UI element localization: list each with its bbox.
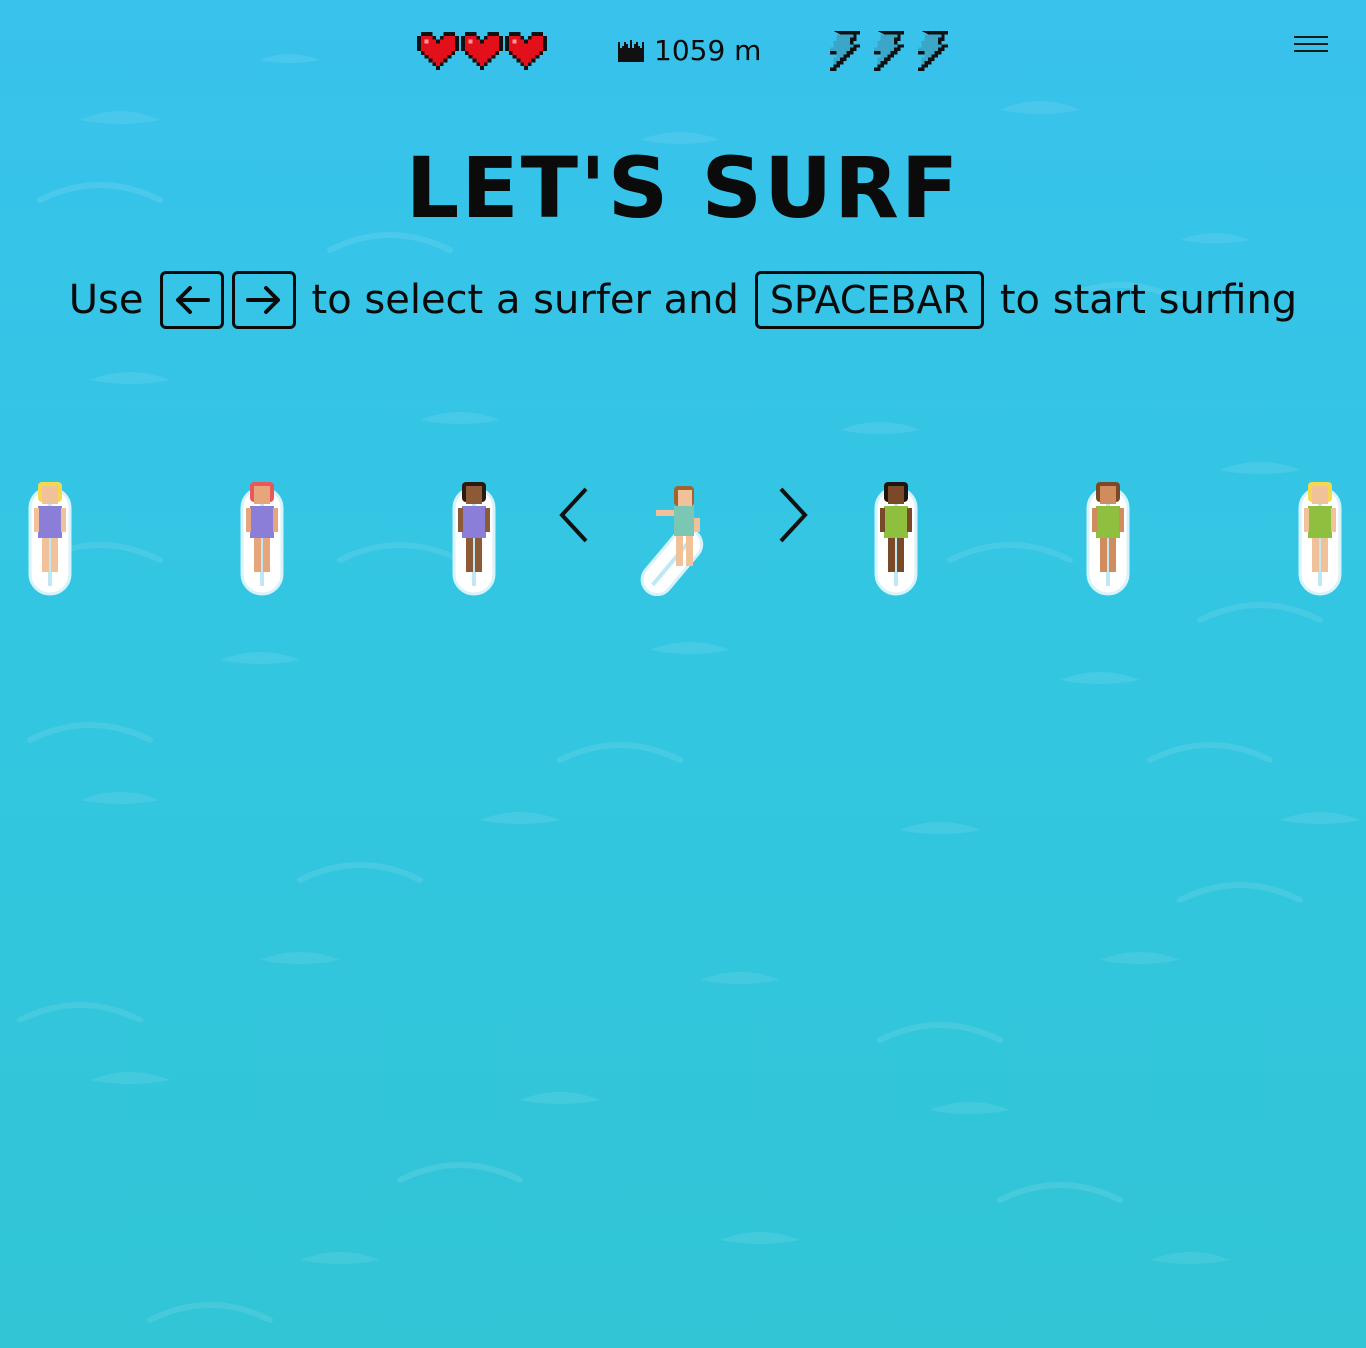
menu-line — [1294, 50, 1328, 52]
surfer-option[interactable] — [450, 478, 498, 596]
hamburger-menu-icon[interactable] — [1294, 36, 1328, 58]
hud-bar: 1059 m — [0, 26, 1366, 76]
surfer-option[interactable] — [26, 478, 74, 596]
surfer-option[interactable] — [1296, 478, 1344, 596]
lightning-bolt-icon — [874, 31, 904, 71]
spacebar-key: SPACEBAR — [754, 271, 984, 329]
instructions: Use to select a surfer and SPACEBAR to s… — [0, 268, 1366, 332]
menu-line — [1294, 43, 1328, 45]
heart-icon — [417, 32, 459, 70]
instructions-text-start: to start surfing — [999, 277, 1298, 323]
lightning-bolt-icon — [918, 31, 948, 71]
heart-icon — [461, 32, 503, 70]
heart-icon — [505, 32, 547, 70]
page-title: LET'S SURF — [405, 139, 961, 237]
chevron-right-icon[interactable] — [775, 485, 811, 545]
surfer-option[interactable] — [238, 478, 286, 596]
arrow-left-icon — [175, 286, 210, 314]
chevron-left-icon[interactable] — [556, 485, 592, 545]
lives-display — [417, 32, 547, 70]
instructions-text-select: to select a surfer and — [311, 277, 739, 323]
arrow-right-icon — [245, 286, 280, 314]
surfer-option[interactable] — [872, 478, 920, 596]
right-arrow-key — [231, 271, 296, 329]
best-distance-value: 1059 m — [654, 34, 762, 67]
boost-display — [820, 30, 948, 72]
instructions-text-use: Use — [68, 277, 144, 323]
lightning-bolt-icon — [830, 31, 860, 71]
surfer-option[interactable] — [1084, 478, 1132, 596]
left-arrow-key — [159, 271, 224, 329]
best-distance: 1059 m — [618, 32, 761, 70]
surfer-selected[interactable] — [626, 478, 726, 596]
menu-line — [1294, 36, 1328, 38]
crown-icon — [618, 40, 644, 62]
